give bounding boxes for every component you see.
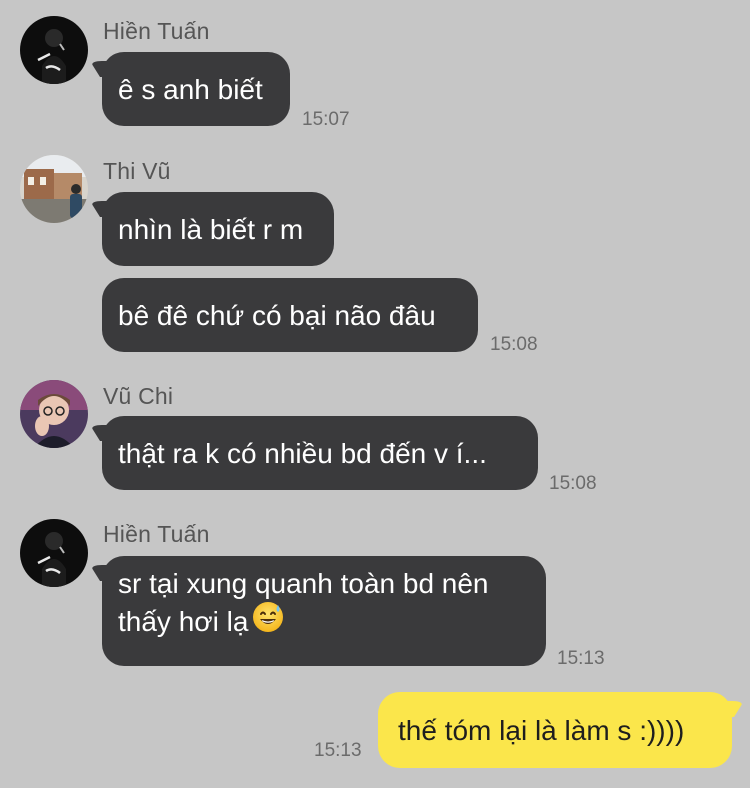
message-time: 15:08 (549, 473, 597, 494)
my-message-bubble[interactable]: thế tóm lại là làm s :)))) (378, 692, 732, 768)
message-text-line-2: thấy hơi lạ (118, 601, 284, 641)
message-bubble[interactable]: bê đê chứ có bại não đâu (102, 278, 478, 352)
message-time: 15:13 (314, 740, 362, 761)
message-bubble[interactable]: ê s anh biết (102, 52, 290, 126)
sender-name: Hiền Tuấn (103, 18, 210, 44)
message-bubble[interactable]: nhìn là biết r m (102, 192, 334, 266)
message-time: 15:13 (557, 648, 605, 669)
message-text: nhìn là biết r m (118, 213, 304, 245)
message-time: 15:07 (302, 109, 350, 130)
message-bubble[interactable]: sr tại xung quanh toàn bd nên thấy hơi l… (102, 556, 546, 666)
avatar-hien-tuan[interactable] (20, 16, 88, 84)
sender-name: Hiền Tuấn (103, 521, 210, 547)
avatar-thi-vu[interactable] (20, 155, 88, 223)
message-time: 15:08 (490, 334, 538, 355)
message-text: thế tóm lại là làm s :)))) (398, 714, 685, 746)
avatar-hien-tuan[interactable] (20, 519, 88, 587)
message-text-line: sr tại xung quanh toàn bd nên (118, 568, 489, 599)
grinning-face-with-sweat-icon (252, 601, 284, 641)
message-bubble[interactable]: thật ra k có nhiều bd đến v í... (102, 416, 538, 490)
message-text: bê đê chứ có bại não đâu (118, 299, 436, 331)
sender-name: Vũ Chi (103, 383, 174, 409)
message-text: thấy hơi lạ (118, 605, 249, 637)
message-text: thật ra k có nhiều bd đến v í... (118, 437, 487, 469)
avatar-vu-chi[interactable] (20, 380, 88, 448)
sender-name: Thi Vũ (103, 158, 171, 184)
message-text: ê s anh biết (118, 73, 263, 105)
